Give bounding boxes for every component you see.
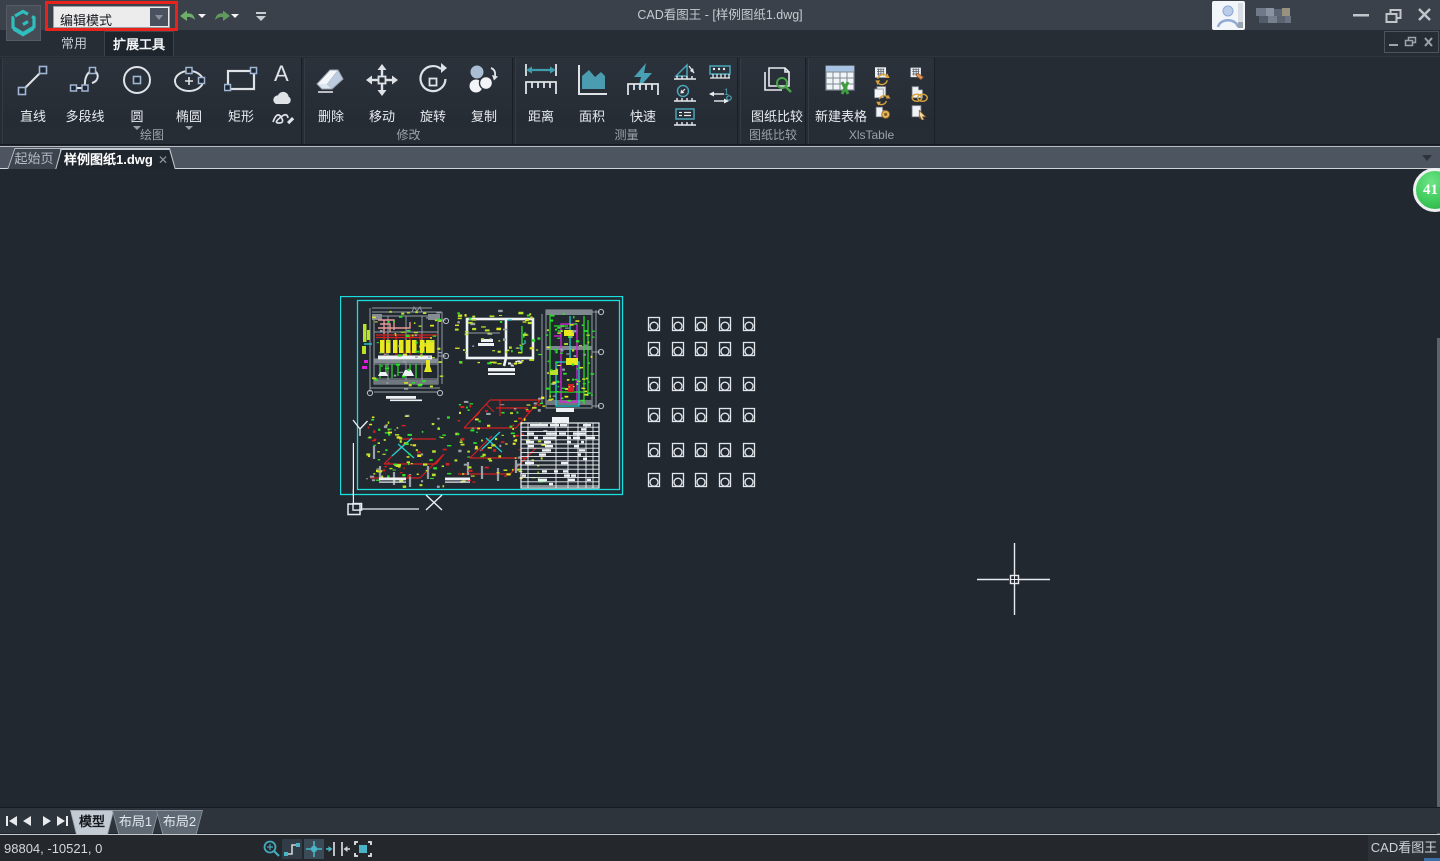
svg-text:A: A <box>274 61 289 86</box>
